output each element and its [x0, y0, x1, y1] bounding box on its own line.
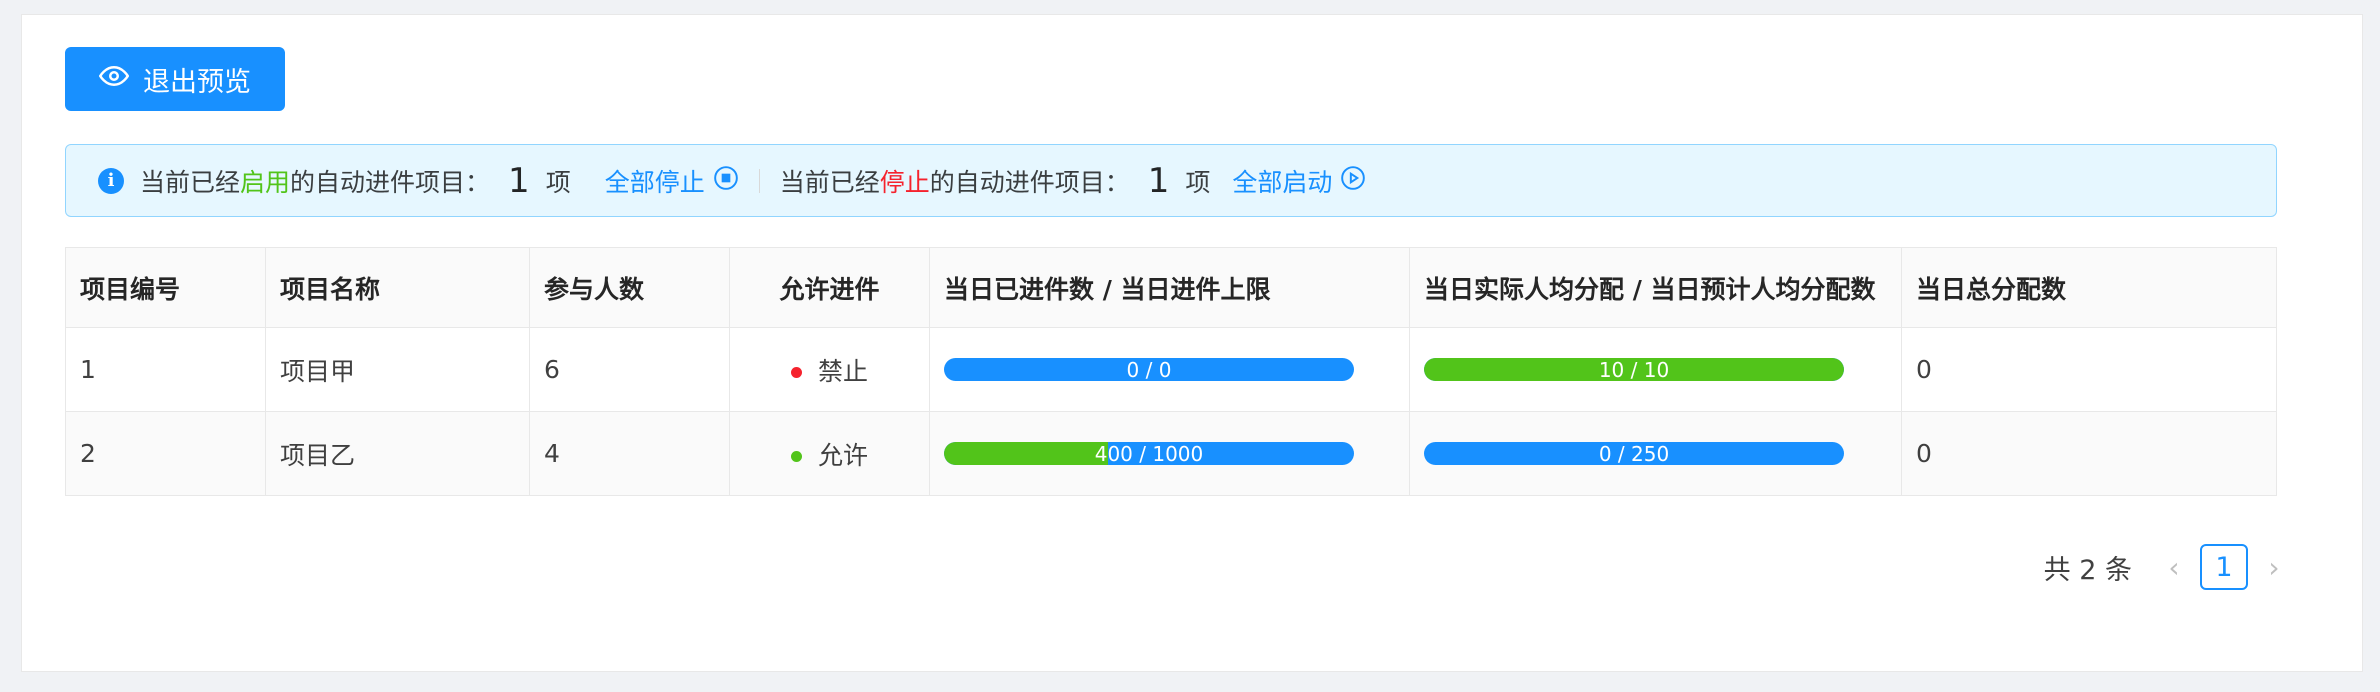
exit-preview-label: 退出预览: [143, 66, 251, 98]
play-circle-icon: [1340, 165, 1366, 197]
allocation-progress-bar: 10 / 10: [1424, 358, 1844, 381]
cell-project-name: 项目乙: [265, 411, 530, 496]
intake-progress-label: 400 / 1000: [1094, 442, 1204, 465]
pagination-total: 共 2 条: [2043, 554, 2132, 586]
stopped-unit: 项: [1185, 167, 1211, 197]
cell-intake-progress: 0 / 0: [929, 327, 1410, 412]
intake-progress-bar: 400 / 1000: [944, 442, 1354, 465]
page-button-1[interactable]: 1: [2200, 544, 2248, 590]
project-table: 项目编号 项目名称 参与人数 允许进件 当日已进件数 / 当日进件上限 当日实际…: [65, 247, 2277, 496]
cell-intake-progress: 400 / 1000: [929, 411, 1410, 496]
start-all-link[interactable]: 全部启动: [1232, 163, 1366, 199]
enabled-unit: 项: [545, 167, 571, 197]
alert-enabled-suffix: 的自动进件项目：: [290, 167, 491, 197]
cell-total-allocation: 0: [1901, 327, 2277, 412]
alert-enabled-prefix: 当前已经: [140, 167, 241, 197]
alert-stopped-word: 停止: [879, 167, 930, 197]
allocation-progress-label: 10 / 10: [1598, 358, 1670, 381]
stop-all-link[interactable]: 全部停止: [605, 163, 739, 199]
chevron-right-icon[interactable]: ›: [2254, 551, 2294, 584]
header-project-name[interactable]: 项目名称: [265, 247, 530, 328]
status-dot: [790, 451, 802, 462]
stop-all-label: 全部停止: [604, 167, 705, 197]
status-label: 禁止: [817, 356, 868, 386]
cell-project-id: 2: [65, 411, 266, 496]
header-total-allocation[interactable]: 当日总分配数: [1901, 247, 2277, 328]
cell-project-name: 项目甲: [265, 327, 530, 412]
allocation-progress-bar: 0 / 250: [1424, 442, 1844, 465]
chevron-left-icon[interactable]: ‹: [2154, 551, 2194, 584]
header-participants[interactable]: 参与人数: [529, 247, 730, 328]
alert-stopped-suffix: 的自动进件项目：: [929, 167, 1130, 197]
cell-participants: 6: [529, 327, 730, 412]
cell-allow-intake: 允许: [729, 411, 930, 496]
allocation-progress-label: 0 / 250: [1598, 442, 1670, 465]
info-icon: i: [98, 167, 124, 194]
header-allow-intake[interactable]: 允许进件: [729, 247, 930, 328]
start-all-label: 全部启动: [1232, 167, 1333, 197]
alert-stopped-prefix: 当前已经: [779, 167, 880, 197]
eye-icon: [98, 61, 130, 98]
header-intake-progress[interactable]: 当日已进件数 / 当日进件上限: [929, 247, 1410, 328]
stopped-count: 1: [1147, 160, 1170, 201]
status-dot: [790, 367, 802, 378]
intake-progress-label: 0 / 0: [1126, 358, 1172, 381]
alert-divider: [758, 168, 760, 193]
pagination: 共 2 条 ‹ 1 ›: [2044, 544, 2294, 590]
cell-allocation-progress: 0 / 250: [1409, 411, 1902, 496]
header-project-id[interactable]: 项目编号: [65, 247, 266, 328]
cell-participants: 4: [529, 411, 730, 496]
table-header-row: 项目编号 项目名称 参与人数 允许进件 当日已进件数 / 当日进件上限 当日实际…: [65, 247, 2277, 328]
status-label: 允许: [817, 440, 868, 470]
cell-allow-intake: 禁止: [729, 327, 930, 412]
exit-preview-button[interactable]: 退出预览: [65, 47, 285, 111]
intake-progress-bar: 0 / 0: [944, 358, 1354, 381]
alert-enabled-word: 启用: [240, 167, 291, 197]
cell-allocation-progress: 10 / 10: [1409, 327, 1902, 412]
table-row[interactable]: 1 项目甲 6 禁止 0 / 0 10 / 10 0: [65, 327, 2277, 412]
enabled-count: 1: [508, 160, 530, 201]
table-row[interactable]: 2 项目乙 4 允许 400 / 1000 0 / 250 0: [65, 411, 2277, 496]
cell-project-id: 1: [65, 327, 266, 412]
stop-circle-icon: [713, 165, 739, 197]
header-allocation-progress[interactable]: 当日实际人均分配 / 当日预计人均分配数: [1409, 247, 1902, 328]
status-alert: i 当前已经 启用 的自动进件项目： 1 项 全部停止 当前已经 停止 的自动进件项目：…: [65, 144, 2277, 217]
cell-total-allocation: 0: [1901, 411, 2277, 496]
